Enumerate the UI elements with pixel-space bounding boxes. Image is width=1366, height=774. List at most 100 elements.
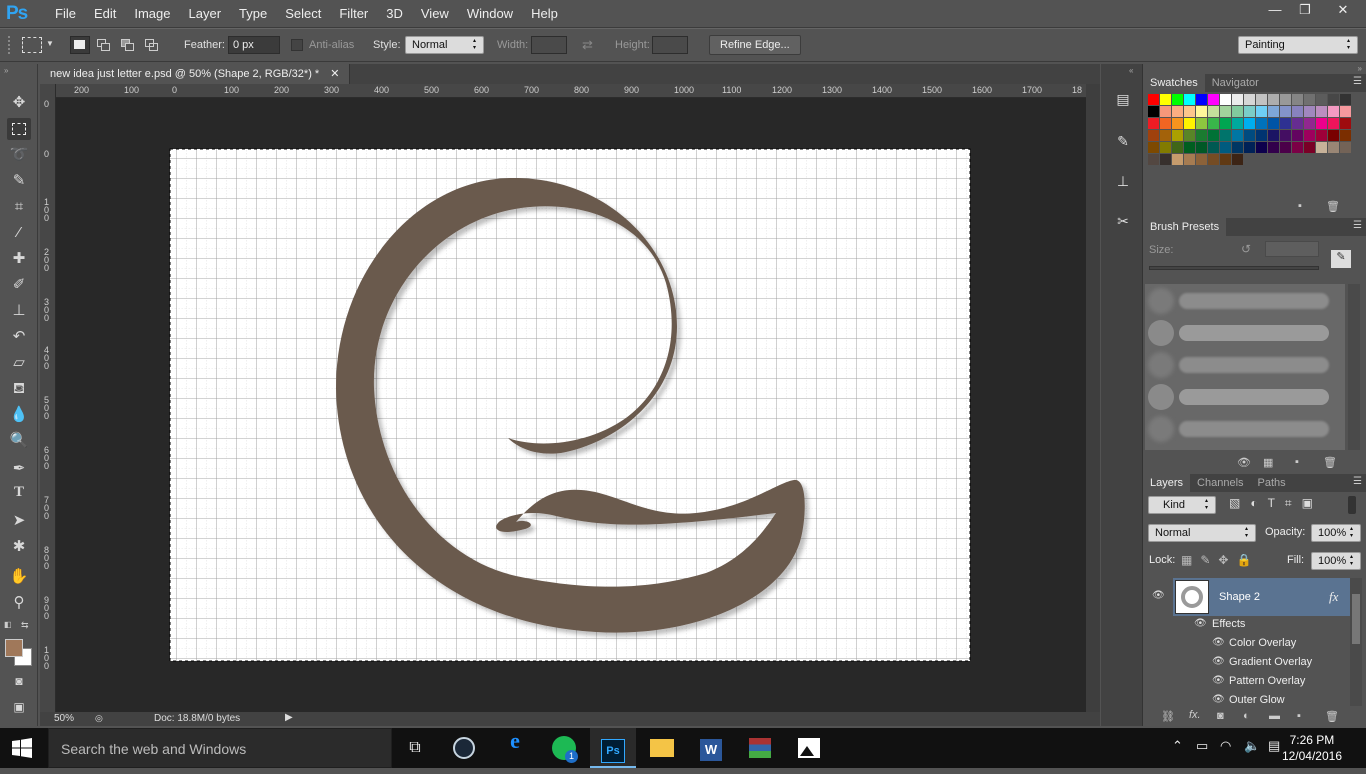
- brush-preset[interactable]: [1145, 348, 1345, 380]
- color-swatch[interactable]: [1172, 142, 1183, 153]
- brush-panel-icon[interactable]: ✎: [1112, 130, 1134, 152]
- layer-row-shape-2[interactable]: Shape 2 fx: [1173, 578, 1351, 616]
- menu-edit[interactable]: Edit: [85, 0, 125, 28]
- filter-toggle[interactable]: [1348, 496, 1356, 514]
- brush-preset-list[interactable]: [1145, 284, 1345, 450]
- menu-filter[interactable]: Filter: [330, 0, 377, 28]
- color-swatch[interactable]: [1184, 154, 1195, 165]
- chevron-down-icon[interactable]: ▼: [46, 39, 54, 48]
- color-swatch[interactable]: [1340, 94, 1351, 105]
- menu-file[interactable]: File: [46, 0, 85, 28]
- document-canvas[interactable]: [56, 98, 1086, 712]
- paint-bucket-tool-icon[interactable]: ⛾: [7, 378, 31, 400]
- workspace-select[interactable]: Painting: [1238, 36, 1358, 54]
- color-swatch[interactable]: [1244, 118, 1255, 129]
- zoom-level[interactable]: 50%: [54, 713, 74, 724]
- color-swatch[interactable]: [1316, 94, 1327, 105]
- delete-layer-icon[interactable]: 🗑: [1325, 710, 1339, 723]
- screen-mode-icon[interactable]: ▣: [7, 696, 31, 718]
- color-swatch[interactable]: [1172, 130, 1183, 141]
- steam-icon[interactable]: [441, 728, 487, 768]
- style-select[interactable]: Normal: [405, 36, 484, 54]
- brush-panel-toggle-icon[interactable]: ✎: [1331, 250, 1351, 268]
- quick-selection-tool-icon[interactable]: ✎: [7, 170, 31, 192]
- blend-mode-select[interactable]: Normal: [1148, 524, 1256, 542]
- color-swatch[interactable]: [1316, 118, 1327, 129]
- color-swatch[interactable]: [1244, 130, 1255, 141]
- collapse-dock-icon[interactable]: «: [1129, 66, 1133, 75]
- windows-start-icon[interactable]: [12, 738, 32, 758]
- panel-menu-icon[interactable]: ☰: [1353, 76, 1362, 87]
- eyedropper-tool-icon[interactable]: ⁄: [7, 222, 31, 244]
- battery-icon[interactable]: ▭: [1196, 738, 1208, 754]
- menu-view[interactable]: View: [412, 0, 458, 28]
- color-swatch[interactable]: [1160, 94, 1171, 105]
- intersect-selection-icon[interactable]: [142, 36, 162, 54]
- path-selection-tool-icon[interactable]: ➤: [7, 510, 31, 532]
- color-swatch[interactable]: [1220, 106, 1231, 117]
- color-swatch[interactable]: [1220, 94, 1231, 105]
- default-colors-icon[interactable]: ◧: [4, 620, 12, 629]
- color-swatch[interactable]: [1220, 130, 1231, 141]
- adjustment-layer-icon[interactable]: ◐: [1243, 710, 1250, 722]
- color-swatch[interactable]: [1304, 94, 1315, 105]
- layers-scrollbar[interactable]: [1350, 578, 1362, 706]
- color-swatch[interactable]: [1220, 154, 1231, 165]
- new-brush-icon[interactable]: ▪: [1295, 456, 1299, 468]
- color-swatch[interactable]: [1280, 130, 1291, 141]
- color-swatch[interactable]: [1160, 118, 1171, 129]
- color-swatch[interactable]: [1280, 142, 1291, 153]
- lasso-tool-icon[interactable]: ➰: [7, 144, 31, 166]
- tab-swatches[interactable]: Swatches: [1143, 74, 1205, 92]
- color-swatch[interactable]: [1232, 94, 1243, 105]
- history-brush-tool-icon[interactable]: ↶: [7, 326, 31, 348]
- blur-tool-icon[interactable]: 💧: [7, 404, 31, 426]
- color-swatch[interactable]: [1280, 106, 1291, 117]
- color-swatch[interactable]: [1208, 94, 1219, 105]
- fill-input[interactable]: 100%: [1311, 552, 1361, 570]
- menu-window[interactable]: Window: [458, 0, 522, 28]
- color-swatch[interactable]: [1280, 94, 1291, 105]
- horizontal-ruler[interactable]: 200 100 0 100 200 300 400 500 600 700 800 900 1000 11…: [56, 84, 1086, 98]
- clone-stamp-tool-icon[interactable]: ⊥: [7, 300, 31, 322]
- crop-tool-icon[interactable]: ⌗: [7, 196, 31, 218]
- color-swatch[interactable]: [1160, 106, 1171, 117]
- color-swatch[interactable]: [1160, 142, 1171, 153]
- brush-size-input[interactable]: [1265, 241, 1319, 257]
- photos-icon[interactable]: [786, 728, 832, 768]
- add-selection-icon[interactable]: [94, 36, 114, 54]
- color-swatch[interactable]: [1292, 130, 1303, 141]
- color-swatch[interactable]: [1340, 106, 1351, 117]
- tab-paths[interactable]: Paths: [1251, 474, 1293, 492]
- color-swatch[interactable]: [1328, 142, 1339, 153]
- effect-outer-glow[interactable]: Outer Glow: [1229, 694, 1285, 706]
- color-swatch[interactable]: [1268, 130, 1279, 141]
- vertical-ruler[interactable]: 0 0 1 0 0 2 0 0 3 0 0 4 0 0 5 0 0 6 0 0 7 0 0 8 0…: [40, 84, 56, 712]
- color-swatch[interactable]: [1328, 94, 1339, 105]
- close-tab-icon[interactable]: ✕: [330, 68, 339, 80]
- tab-layers[interactable]: Layers: [1143, 474, 1191, 492]
- brush-grid-icon[interactable]: ▦: [1263, 456, 1273, 469]
- color-swatch[interactable]: [1184, 94, 1195, 105]
- color-swatch[interactable]: [1148, 94, 1159, 105]
- subtract-selection-icon[interactable]: [118, 36, 138, 54]
- layer-filter-select[interactable]: Kind: [1148, 496, 1216, 514]
- winrar-icon[interactable]: [737, 728, 783, 768]
- menu-layer[interactable]: Layer: [180, 0, 231, 28]
- color-swatch[interactable]: [1292, 142, 1303, 153]
- pen-tool-icon[interactable]: ✒: [7, 458, 31, 480]
- file-explorer-icon[interactable]: [639, 728, 685, 768]
- tab-navigator[interactable]: Navigator: [1205, 74, 1266, 92]
- color-swatch[interactable]: [1292, 106, 1303, 117]
- color-swatch[interactable]: [1256, 118, 1267, 129]
- color-swatch[interactable]: [1280, 118, 1291, 129]
- color-swatch[interactable]: [1184, 130, 1195, 141]
- clone-source-panel-icon[interactable]: ⊥: [1112, 170, 1134, 192]
- status-arrow-icon[interactable]: ▶: [285, 712, 293, 723]
- add-mask-icon[interactable]: ◙: [1217, 710, 1224, 722]
- color-swatch[interactable]: [1232, 154, 1243, 165]
- brush-preset[interactable]: [1145, 316, 1345, 348]
- color-swatch[interactable]: [1196, 130, 1207, 141]
- menu-select[interactable]: Select: [276, 0, 330, 28]
- canvas-area[interactable]: [56, 98, 1086, 712]
